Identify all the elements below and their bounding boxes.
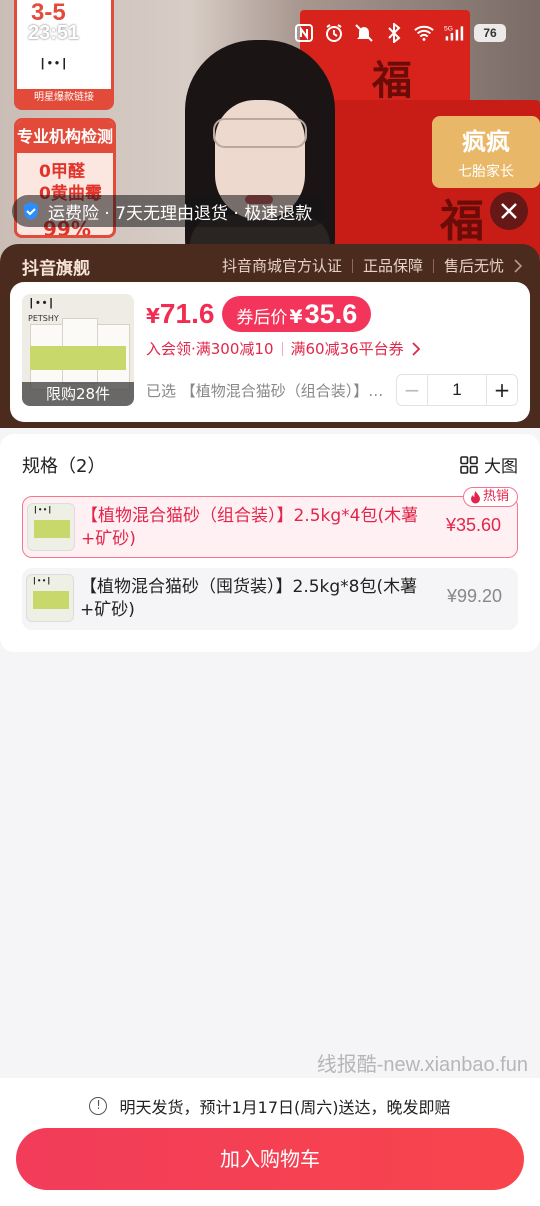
info-icon: !	[89, 1097, 108, 1115]
spec-option[interactable]: |••| 【植物混合猫砂（组合装）】2.5kg*4包(木薯+矿砂) ¥35.60…	[22, 487, 518, 558]
add-to-cart-button[interactable]: 加入购物车	[16, 1128, 524, 1190]
package-label	[34, 520, 70, 538]
selected-variant: 已选 【植物混合猫砂（组合装）】2.5kg*4包(木薯+矿砂)	[146, 382, 386, 400]
streamer-tag-sub: 七胎家长	[458, 164, 514, 180]
quantity-input[interactable]: 1	[427, 375, 487, 405]
quantity-stepper: − 1 +	[396, 374, 518, 406]
alarm-icon	[324, 23, 344, 43]
divider	[281, 341, 283, 356]
product-summary: |••| PETSHY 限购28件 ¥ 71.6 券后价 ¥ 35.6 入会领·…	[10, 282, 530, 422]
coupon-price-badge: 券后价 ¥ 35.6	[222, 296, 372, 332]
close-button[interactable]	[490, 192, 528, 230]
wifi-icon	[414, 23, 434, 43]
currency-symbol: ¥	[289, 306, 303, 328]
mute-icon	[354, 23, 374, 43]
store-name: 抖音旗舰	[22, 259, 90, 279]
grid-icon	[460, 455, 478, 474]
fu-character: 福	[372, 57, 412, 104]
big-image-label: 大图	[484, 457, 518, 477]
status-time: 23:51	[28, 22, 80, 44]
status-bar: 23:51 5G 76	[0, 20, 540, 50]
streamer	[185, 40, 335, 262]
store-badge: 抖音商城官方认证	[221, 257, 342, 275]
delivery-text: 明天发货，预计1月17日(周六)送达，晚发即赔	[119, 1098, 451, 1117]
fu-character: 福	[440, 196, 484, 247]
chevron-right-icon	[412, 341, 420, 356]
spec-option-price: ¥99.20	[446, 586, 502, 606]
store-badge: 售后无忧	[443, 257, 504, 275]
decrease-button[interactable]: −	[397, 375, 427, 405]
promo-row[interactable]: 入会领·满300减10 满60减36平台券	[146, 338, 421, 359]
divider	[432, 258, 434, 273]
spec-option-name: 【植物混合猫砂（组合装）】2.5kg*4包(木薯+矿砂)	[81, 506, 419, 549]
chevron-right-icon	[514, 258, 522, 273]
package-label	[33, 591, 69, 609]
promo-sign-footer: 明星爆款链接	[17, 89, 111, 107]
hot-sale-label: 热销	[482, 489, 509, 504]
store-badges: 抖音商城官方认证 正品保障 售后无忧	[222, 255, 522, 276]
spec-option-name: 【植物混合猫砂（囤货装）】2.5kg*8包(木薯+矿砂)	[80, 577, 418, 620]
spec-option-image: |••|	[27, 503, 75, 551]
coupon-price-label: 券后价	[236, 308, 288, 328]
streamer-tag: 疯疯 七胎家长	[432, 116, 540, 188]
divider	[351, 258, 353, 273]
product-thumbnail[interactable]: |••| PETSHY 限购28件	[22, 294, 134, 406]
currency-symbol: ¥	[146, 304, 160, 328]
brand-logo: |••|	[32, 577, 52, 586]
nfc-icon	[294, 23, 314, 43]
price-row: ¥ 71.6 券后价 ¥ 35.6	[146, 296, 372, 332]
coupon-price-value: 35.6	[304, 299, 358, 329]
spec-panel: 规格（2） 大图 |••| 【植物混合猫砂（组合装）】2.5kg*4包(木薯+矿…	[0, 434, 540, 652]
store-header[interactable]: 抖音旗舰 抖音商城官方认证 正品保障 售后无忧	[22, 254, 522, 279]
store-badge: 正品保障	[362, 257, 423, 275]
service-notice[interactable]: 运费险 · 7天无理由退货 · 极速退款	[12, 195, 327, 227]
original-price: 71.6	[159, 298, 215, 329]
flame-icon	[470, 490, 480, 503]
purchase-limit: 限购28件	[22, 382, 134, 406]
svg-text:5G: 5G	[444, 26, 453, 33]
brand-logo: |••|	[39, 57, 68, 71]
brand-logo: |••|	[33, 506, 53, 515]
promo-offer: 入会领·满300减10	[146, 340, 274, 358]
streamer-glasses	[213, 118, 307, 148]
status-icons: 5G 76	[294, 23, 506, 43]
store-card: 抖音旗舰 抖音商城官方认证 正品保障 售后无忧 |••| PETSHY 限购28…	[0, 244, 540, 428]
battery-icon: 76	[474, 24, 506, 42]
delivery-info: ! 明天发货，预计1月17日(周六)送达，晚发即赔	[0, 1094, 540, 1118]
promo-sign: 3-5 |••| 明星爆款链接	[14, 0, 114, 110]
hot-sale-badge: 热销	[462, 487, 518, 507]
spec-option-image: |••|	[26, 574, 74, 622]
promo-offer: 满60减36平台券	[290, 340, 404, 358]
bottom-bar: ! 明天发货，预计1月17日(周六)送达，晚发即赔 加入购物车	[0, 1078, 540, 1206]
brand-logo: |••|	[28, 298, 55, 310]
bluetooth-icon	[384, 23, 404, 43]
signal-icon: 5G	[444, 23, 464, 43]
service-notice-text: 运费险 · 7天无理由退货 · 极速退款	[48, 203, 313, 224]
brand-name: PETSHY	[28, 314, 59, 323]
spec-option-price: ¥35.60	[445, 515, 501, 535]
shield-check-icon	[22, 201, 40, 221]
watermark: 线报酷-new.xianbao.fun	[316, 1054, 528, 1076]
spec-option[interactable]: |••| 【植物混合猫砂（囤货装）】2.5kg*8包(木薯+矿砂) ¥99.20	[22, 568, 518, 630]
test-sign-header: 专业机构检测	[17, 121, 113, 153]
close-icon	[501, 203, 517, 219]
increase-button[interactable]: +	[487, 375, 517, 405]
spec-title: 规格（2）	[22, 456, 106, 477]
big-image-toggle[interactable]: 大图	[460, 452, 518, 477]
streamer-tag-main: 疯疯	[462, 128, 510, 156]
package-label	[30, 346, 126, 370]
